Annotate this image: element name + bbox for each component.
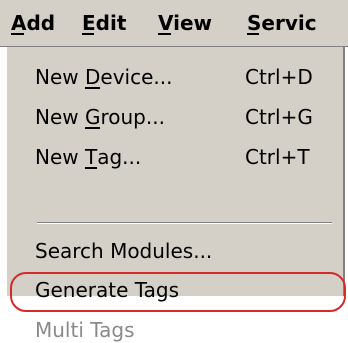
menu-item-label-suffix: roup... xyxy=(100,105,165,129)
mnemonic-letter: D xyxy=(84,64,101,90)
mnemonic-underline xyxy=(158,33,171,35)
menu-item-new-tag[interactable]: New Tag... xyxy=(35,144,141,170)
menu-edit-label: Edit xyxy=(82,11,127,35)
mnemonic-letter: G xyxy=(84,104,101,130)
menu-view-label: View xyxy=(158,11,213,35)
mnemonic-underline xyxy=(82,33,94,35)
menu-item-label-suffix: evice... xyxy=(100,65,173,89)
menu-item-label-suffix: ag... xyxy=(97,145,142,169)
menu-service-label: Servic xyxy=(247,11,317,35)
mnemonic-char: G xyxy=(84,105,101,129)
shortcut-new-group: Ctrl+G xyxy=(245,105,313,129)
menu-item-search-modules[interactable]: Search Modules... xyxy=(35,238,212,264)
menu-edit[interactable]: Edit xyxy=(82,10,126,36)
menu-item-multi-tags: Multi Tags xyxy=(35,318,135,342)
menu-item-generate-tags[interactable]: Generate Tags xyxy=(35,277,179,303)
mnemonic-char: D xyxy=(84,65,101,89)
menu-bar: Add Edit View Servic xyxy=(0,0,348,47)
mnemonic-underline xyxy=(11,33,24,35)
menu-separator xyxy=(37,222,332,224)
menu-item-new-device[interactable]: New Device... xyxy=(35,64,172,90)
menu-item-label-prefix: New xyxy=(35,65,85,89)
mnemonic-underline xyxy=(84,87,101,89)
menu-item-label-prefix: New xyxy=(35,145,85,169)
menu-service[interactable]: Servic xyxy=(247,10,317,36)
add-dropdown-menu: New Device... Ctrl+D New Group... Ctrl+G… xyxy=(5,47,346,342)
shortcut-new-device: Ctrl+D xyxy=(245,65,313,89)
menu-item-label-prefix: New xyxy=(35,105,85,129)
menu-view[interactable]: View xyxy=(158,10,212,36)
shortcut-new-tag: Ctrl+T xyxy=(245,145,310,169)
mnemonic-underline xyxy=(247,33,259,35)
menu-add[interactable]: Add xyxy=(11,10,55,36)
menu-add-label: Add xyxy=(11,11,56,35)
mnemonic-underline xyxy=(84,167,98,169)
mnemonic-underline xyxy=(84,127,101,129)
mnemonic-letter: T xyxy=(84,144,98,170)
menu-item-new-group[interactable]: New Group... xyxy=(35,104,165,130)
mnemonic-char: T xyxy=(84,145,98,169)
